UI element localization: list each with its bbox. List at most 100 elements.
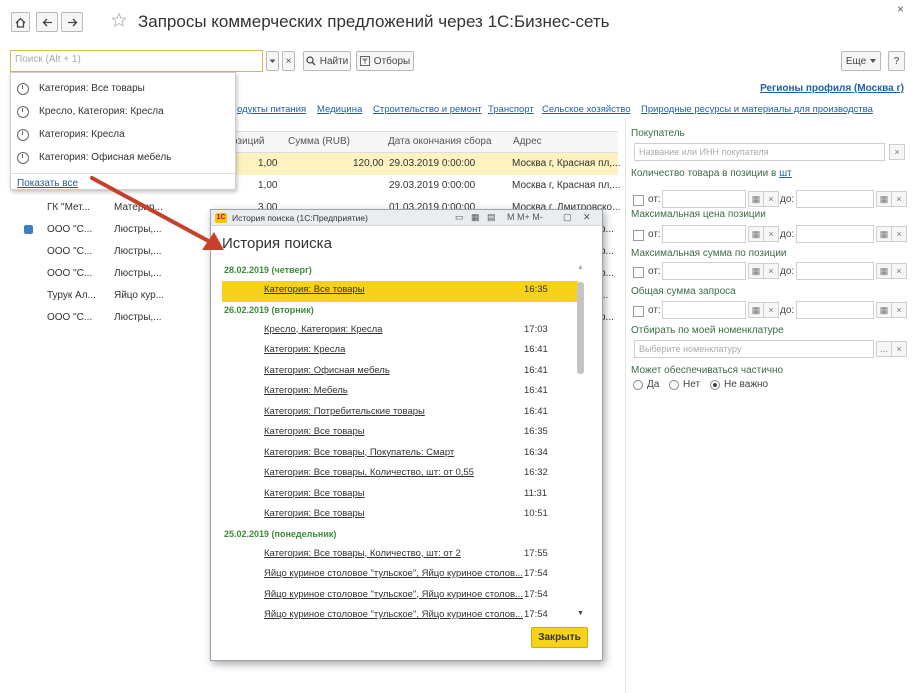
history-item[interactable]: Категория: Все товары, Количество, шт: о… [222, 464, 578, 485]
category-medicine[interactable]: Медицина [317, 104, 362, 115]
clear-icon[interactable]: × [763, 226, 779, 242]
dropdown-item[interactable]: Категория: Все товары [11, 77, 235, 100]
radio-no-label: Нет [683, 379, 701, 390]
calendar-icon[interactable]: ▤ [487, 212, 496, 223]
dropdown-item[interactable]: Кресло, Категория: Кресла [11, 100, 235, 123]
radio-no[interactable] [669, 380, 679, 390]
close-icon[interactable]: ✕ [583, 212, 591, 223]
history-item[interactable]: Категория: Мебель 16:41 [222, 382, 578, 403]
calc-icon[interactable]: ▦ [876, 302, 892, 318]
max-sum-checkbox[interactable] [633, 267, 644, 278]
calc-icon[interactable]: ▦ [748, 302, 764, 318]
category-food[interactable]: одукты питания [237, 104, 306, 115]
cell-date: 29.03.2019 0:00:00 [389, 158, 476, 169]
filters-button[interactable]: Отборы [356, 51, 414, 71]
history-heading: История поиска [222, 235, 332, 252]
star-icon[interactable] [111, 12, 127, 31]
calc-icon[interactable]: ▦ [876, 263, 892, 279]
price-to-input[interactable] [796, 225, 874, 243]
scrollbar-thumb[interactable] [577, 282, 584, 374]
doc-icon[interactable]: ▭ [455, 212, 464, 223]
close-button[interactable]: Закрыть [531, 627, 588, 648]
history-item[interactable]: Категория: Офисная мебель 16:41 [222, 362, 578, 383]
history-item[interactable]: Яйцо куриное столовое "тульское", Яйцо к… [222, 586, 578, 607]
category-transport[interactable]: Транспорт [488, 104, 534, 115]
total-from-input[interactable] [662, 301, 746, 319]
clear-icon[interactable]: × [763, 302, 779, 318]
history-item[interactable]: Категория: Кресла 16:41 [222, 341, 578, 362]
category-resources[interactable]: Природные ресурсы и материалы для произв… [641, 104, 873, 115]
history-item[interactable]: Категория: Все товары 11:31 [222, 485, 578, 506]
radio-any[interactable] [710, 380, 720, 390]
history-window-title: История поиска (1С:Предприятие) [232, 212, 368, 223]
search-input[interactable]: Поиск (Alt + 1) [10, 50, 263, 72]
qty-checkbox[interactable] [633, 195, 644, 206]
calc-icon[interactable]: ▦ [748, 226, 764, 242]
maximize-icon[interactable]: ▢ [563, 212, 572, 223]
category-agriculture[interactable]: Сельское хозяйство [542, 104, 631, 115]
history-item[interactable]: Категория: Все товары, Количество, шт: о… [222, 545, 578, 566]
search-clear-button[interactable]: × [282, 51, 295, 71]
back-button[interactable] [36, 12, 58, 32]
nomenclature-input[interactable]: Выберите номенклатуру [634, 340, 874, 358]
buyer-clear-button[interactable]: × [889, 144, 905, 160]
history-item[interactable]: Яйцо куриное столовое "тульское", Яйцо к… [222, 565, 578, 586]
clear-icon[interactable]: × [891, 263, 907, 279]
help-button[interactable]: ? [888, 51, 905, 71]
total-checkbox[interactable] [633, 306, 644, 317]
clear-icon[interactable]: × [891, 302, 907, 318]
clear-icon[interactable]: × [891, 341, 907, 357]
column-header[interactable]: Адрес [513, 136, 542, 147]
clear-icon[interactable]: × [763, 263, 779, 279]
history-item-text: Категория: Кресла [264, 344, 346, 355]
history-item[interactable]: Категория: Все товары 10:51 [222, 505, 578, 526]
close-icon[interactable]: × [897, 2, 904, 16]
forward-button[interactable] [61, 12, 83, 32]
history-item-time: 16:41 [524, 405, 548, 417]
grid-icon[interactable]: ▦ [471, 212, 480, 223]
dropdown-item[interactable]: Категория: Офисная мебель [11, 146, 235, 169]
scroll-down-icon[interactable]: ▼ [577, 610, 584, 617]
sum-from-input[interactable] [662, 262, 746, 280]
history-window: 1С История поиска (1С:Предприятие) ▭ ▦ ▤… [210, 209, 603, 661]
qty-unit-link[interactable]: шт [779, 168, 792, 179]
total-to-input[interactable] [796, 301, 874, 319]
clear-icon[interactable]: × [891, 191, 907, 207]
price-from-input[interactable] [662, 225, 746, 243]
home-button[interactable] [11, 12, 30, 32]
category-construction[interactable]: Строительство и ремонт [373, 104, 482, 115]
dropdown-item[interactable]: Категория: Кресла [11, 123, 235, 146]
more-button[interactable]: Еще [841, 51, 881, 71]
find-button[interactable]: Найти [303, 51, 351, 71]
radio-yes[interactable] [633, 380, 643, 390]
calc-icon[interactable]: ▦ [876, 226, 892, 242]
search-dropdown-button[interactable] [266, 51, 279, 71]
buyer-input[interactable]: Название или ИНН покупателя [634, 143, 885, 161]
select-button[interactable]: … [876, 341, 892, 357]
column-header[interactable]: Дата окончания сбора [388, 136, 492, 147]
calc-icon[interactable]: ▦ [876, 191, 892, 207]
history-item[interactable]: Кресло, Категория: Кресла 17:03 [222, 321, 578, 342]
memory-buttons[interactable]: M M+ M- [507, 212, 543, 222]
from-label: от: [648, 194, 661, 205]
column-header[interactable]: Сумма (RUB) [288, 136, 350, 147]
history-item[interactable]: Категория: Все товары 16:35 [222, 281, 578, 302]
qty-from-input[interactable] [662, 190, 746, 208]
history-item[interactable]: Категория: Все товары, Покупатель: Смарт… [222, 444, 578, 465]
clear-icon[interactable]: × [891, 226, 907, 242]
history-item[interactable]: Категория: Все товары 16:35 [222, 423, 578, 444]
clear-icon[interactable]: × [763, 191, 779, 207]
dropdown-item-label: Кресло, Категория: Кресла [39, 106, 164, 117]
calc-icon[interactable]: ▦ [748, 191, 764, 207]
scroll-up-icon[interactable]: ▲ [577, 264, 584, 271]
regions-link[interactable]: Регионы профиля (Москва г) [760, 83, 904, 94]
arrow-left-icon [42, 18, 52, 26]
qty-to-input[interactable] [796, 190, 874, 208]
calc-icon[interactable]: ▦ [748, 263, 764, 279]
column-header[interactable]: озиций [232, 136, 265, 147]
history-item-text: Категория: Все товары [264, 284, 365, 295]
max-price-checkbox[interactable] [633, 230, 644, 241]
history-item[interactable]: Яйцо куриное столовое "тульское", Яйцо к… [222, 606, 578, 627]
sum-to-input[interactable] [796, 262, 874, 280]
history-item[interactable]: Категория: Потребительские товары 16:41 [222, 403, 578, 424]
